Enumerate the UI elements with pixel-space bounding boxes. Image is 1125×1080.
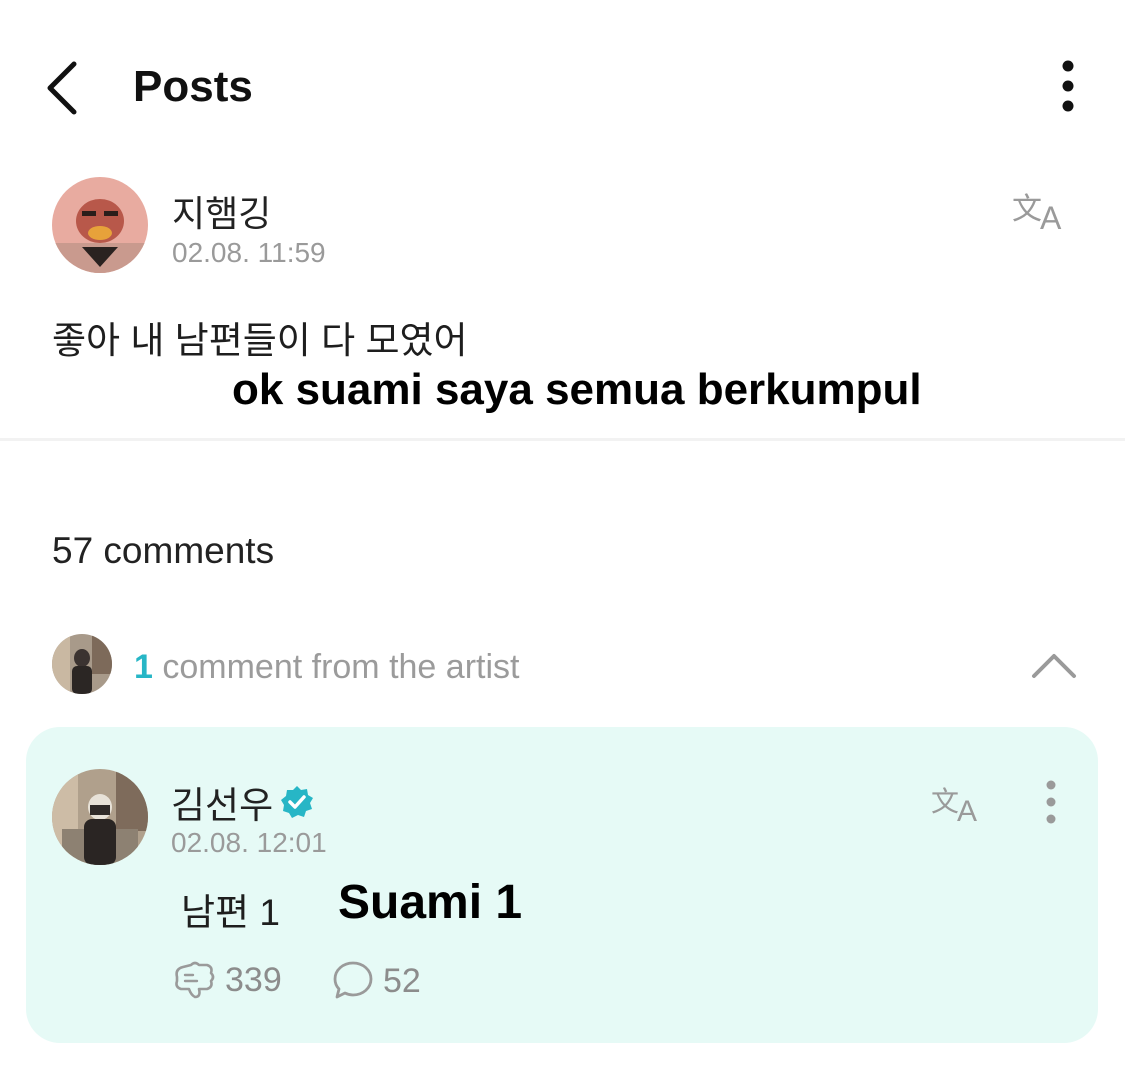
more-options-button[interactable] bbox=[1048, 56, 1088, 120]
artist-avatar[interactable] bbox=[52, 769, 148, 865]
more-vertical-icon bbox=[1062, 60, 1074, 112]
translate-post-button[interactable]: 文 A bbox=[1010, 183, 1074, 236]
verified-badge-icon bbox=[281, 786, 314, 818]
translate-icon: 文 A bbox=[1012, 192, 1062, 236]
artist-comment-card: 김선우 02.08. 12:01 文 A 남편 1 Suami 1 339 52 bbox=[26, 727, 1098, 1043]
comment-timestamp: 02.08. 12:01 bbox=[171, 827, 327, 858]
back-button[interactable] bbox=[40, 58, 90, 118]
collapse-button[interactable] bbox=[1028, 646, 1080, 686]
reply-button[interactable]: 52 bbox=[331, 959, 421, 1003]
artist-comments-toggle[interactable]: 1 comment from the artist bbox=[0, 630, 1125, 702]
artist-photo-image bbox=[52, 769, 148, 865]
post-author-name[interactable]: 지햄깅 bbox=[172, 185, 271, 237]
page-title: Posts bbox=[133, 62, 253, 111]
svg-text:文: 文 bbox=[931, 785, 959, 818]
like-count: 339 bbox=[225, 960, 282, 999]
chevron-up-icon bbox=[1032, 654, 1076, 678]
top-bar: Posts bbox=[0, 0, 1125, 180]
post-translation-caption: ok suami saya semua berkumpul bbox=[232, 365, 922, 414]
svg-text:文: 文 bbox=[1012, 192, 1042, 227]
post-timestamp: 02.08. 11:59 bbox=[172, 237, 326, 268]
svg-text:A: A bbox=[1040, 200, 1062, 235]
artist-photo-image bbox=[52, 634, 112, 694]
artist-comment-count: 1 bbox=[134, 648, 153, 686]
artist-comments-label: 1 comment from the artist bbox=[134, 648, 519, 687]
author-avatar[interactable] bbox=[52, 177, 148, 273]
comments-count: 57 comments bbox=[52, 530, 275, 571]
post: 지햄깅 02.08. 11:59 文 A 좋아 내 남편들이 다 모였어 ok … bbox=[0, 175, 1125, 441]
comment-translation-caption: Suami 1 bbox=[338, 876, 523, 929]
artist-comment-text: comment from the artist bbox=[152, 648, 520, 686]
like-button[interactable]: 339 bbox=[171, 959, 282, 1001]
post-body-text: 좋아 내 남편들이 다 모였어 bbox=[52, 320, 468, 361]
chevron-left-icon bbox=[47, 61, 77, 115]
comment-bubble-icon bbox=[333, 961, 373, 999]
svg-text:A: A bbox=[957, 795, 977, 827]
comment-body-text: 남편 1 bbox=[181, 892, 280, 933]
comment-author-name[interactable]: 김선우 bbox=[171, 775, 273, 829]
comment-more-button[interactable] bbox=[1034, 777, 1068, 827]
translate-comment-button[interactable]: 文 A bbox=[929, 779, 989, 828]
translate-icon: 文 A bbox=[931, 785, 977, 828]
more-vertical-icon bbox=[1046, 780, 1056, 824]
reply-count: 52 bbox=[383, 961, 421, 1000]
artist-avatar-small bbox=[52, 634, 112, 694]
character-avatar-image bbox=[52, 177, 148, 273]
like-icon bbox=[175, 961, 215, 999]
comment-author-row: 김선우 bbox=[171, 775, 315, 829]
